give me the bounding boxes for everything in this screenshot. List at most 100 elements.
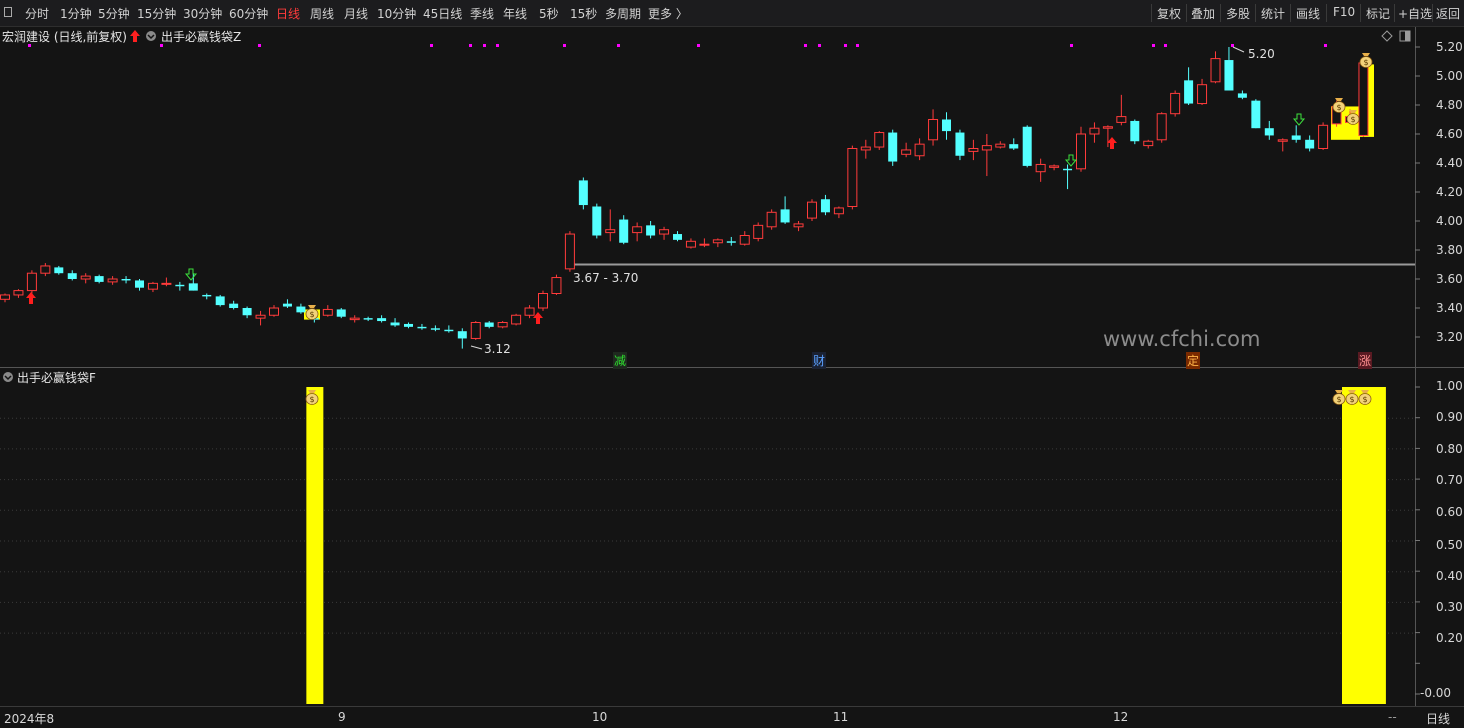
candle[interactable]	[336, 308, 346, 319]
indicator-title-z[interactable]: 出手必赢钱袋Z	[161, 28, 241, 45]
candle[interactable]	[659, 226, 670, 240]
candle[interactable]	[1035, 158, 1046, 182]
event-marker-cai[interactable]: 财	[812, 352, 827, 369]
candle[interactable]	[673, 231, 682, 242]
candle[interactable]	[1318, 122, 1329, 150]
candle[interactable]	[0, 293, 10, 303]
event-marker-ding[interactable]: 定	[1186, 352, 1201, 369]
candle[interactable]	[175, 281, 185, 291]
candle[interactable]	[202, 293, 212, 300]
candle[interactable]	[1305, 135, 1315, 152]
candle[interactable]	[1022, 125, 1032, 168]
candle[interactable]	[121, 276, 131, 284]
candle[interactable]	[484, 321, 494, 329]
candle[interactable]	[914, 138, 925, 161]
candle[interactable]	[1358, 58, 1369, 137]
candle[interactable]	[753, 222, 764, 242]
candle[interactable]	[699, 238, 710, 248]
candle[interactable]	[605, 209, 616, 242]
candle[interactable]	[1264, 120, 1274, 140]
candle[interactable]	[497, 321, 508, 329]
collapse-icon[interactable]	[2, 371, 14, 383]
candle[interactable]	[1197, 78, 1208, 105]
candle[interactable]	[215, 294, 225, 307]
candle[interactable]	[1277, 138, 1288, 152]
candle[interactable]	[793, 221, 804, 232]
candle[interactable]	[322, 305, 333, 317]
candle[interactable]	[67, 270, 77, 281]
candle[interactable]	[107, 276, 118, 285]
candle[interactable]	[1184, 67, 1194, 105]
candle[interactable]	[1143, 139, 1154, 149]
candle[interactable]	[147, 281, 158, 293]
candle[interactable]	[847, 145, 858, 210]
candle[interactable]	[269, 305, 279, 317]
candle[interactable]	[766, 209, 777, 230]
candle[interactable]	[1076, 126, 1086, 172]
candle[interactable]	[928, 109, 939, 146]
diamond-icon[interactable]	[1381, 30, 1393, 42]
candle[interactable]	[417, 323, 427, 330]
candle[interactable]	[578, 177, 588, 210]
candle[interactable]	[80, 273, 91, 284]
candle[interactable]	[161, 277, 172, 287]
candle[interactable]	[1170, 90, 1181, 117]
candle[interactable]	[390, 318, 400, 327]
candle[interactable]	[1009, 138, 1019, 150]
candle[interactable]	[780, 196, 790, 224]
candle[interactable]	[1224, 47, 1234, 91]
candle[interactable]	[833, 206, 844, 219]
candle[interactable]	[981, 134, 992, 177]
candle[interactable]	[739, 231, 750, 246]
candle[interactable]	[538, 290, 548, 311]
candle[interactable]	[524, 305, 535, 319]
candle[interactable]	[135, 279, 144, 291]
candle[interactable]	[1156, 112, 1167, 143]
event-marker-zhang[interactable]: 涨	[1358, 352, 1373, 369]
candle[interactable]	[619, 215, 629, 245]
candle[interactable]	[54, 265, 64, 275]
candle[interactable]	[242, 306, 252, 319]
candle[interactable]	[377, 315, 387, 323]
candle[interactable]	[564, 231, 575, 272]
candle[interactable]	[26, 270, 37, 294]
candle[interactable]	[1291, 125, 1301, 143]
candle[interactable]	[874, 131, 885, 150]
candle[interactable]	[726, 236, 736, 246]
candle[interactable]	[860, 139, 871, 159]
candle[interactable]	[457, 328, 467, 349]
candle[interactable]	[1089, 122, 1100, 143]
candle[interactable]	[404, 322, 413, 329]
candle[interactable]	[968, 139, 979, 161]
candle[interactable]	[807, 199, 817, 221]
candle[interactable]	[363, 316, 373, 322]
candle[interactable]	[955, 129, 965, 161]
candle[interactable]	[511, 313, 522, 326]
candle[interactable]	[1130, 119, 1140, 145]
candle[interactable]	[1116, 94, 1127, 126]
candle[interactable]	[229, 300, 239, 310]
candle[interactable]	[282, 299, 292, 308]
candle[interactable]	[592, 203, 602, 239]
candle[interactable]	[1210, 51, 1221, 84]
scroll-nav-button[interactable]: --	[1388, 710, 1397, 724]
candle[interactable]	[995, 141, 1006, 149]
candle[interactable]	[901, 142, 912, 158]
candle[interactable]	[712, 238, 723, 248]
candle[interactable]	[551, 274, 562, 295]
candle[interactable]	[444, 325, 454, 333]
candle[interactable]	[1063, 164, 1073, 190]
candle[interactable]	[646, 221, 656, 239]
collapse-icon[interactable]	[145, 30, 157, 42]
candle[interactable]	[470, 321, 481, 340]
candle[interactable]	[1237, 90, 1247, 100]
candle[interactable]	[888, 129, 898, 166]
candle[interactable]	[255, 310, 266, 326]
candle[interactable]	[1251, 99, 1261, 129]
candle[interactable]	[1049, 164, 1060, 171]
kline-chart[interactable]: $ $ $ $ $ $ $ $	[0, 0, 1464, 728]
candle[interactable]	[13, 289, 24, 298]
candle[interactable]	[349, 315, 360, 323]
window-icon[interactable]	[1399, 30, 1411, 42]
candle[interactable]	[942, 112, 951, 140]
